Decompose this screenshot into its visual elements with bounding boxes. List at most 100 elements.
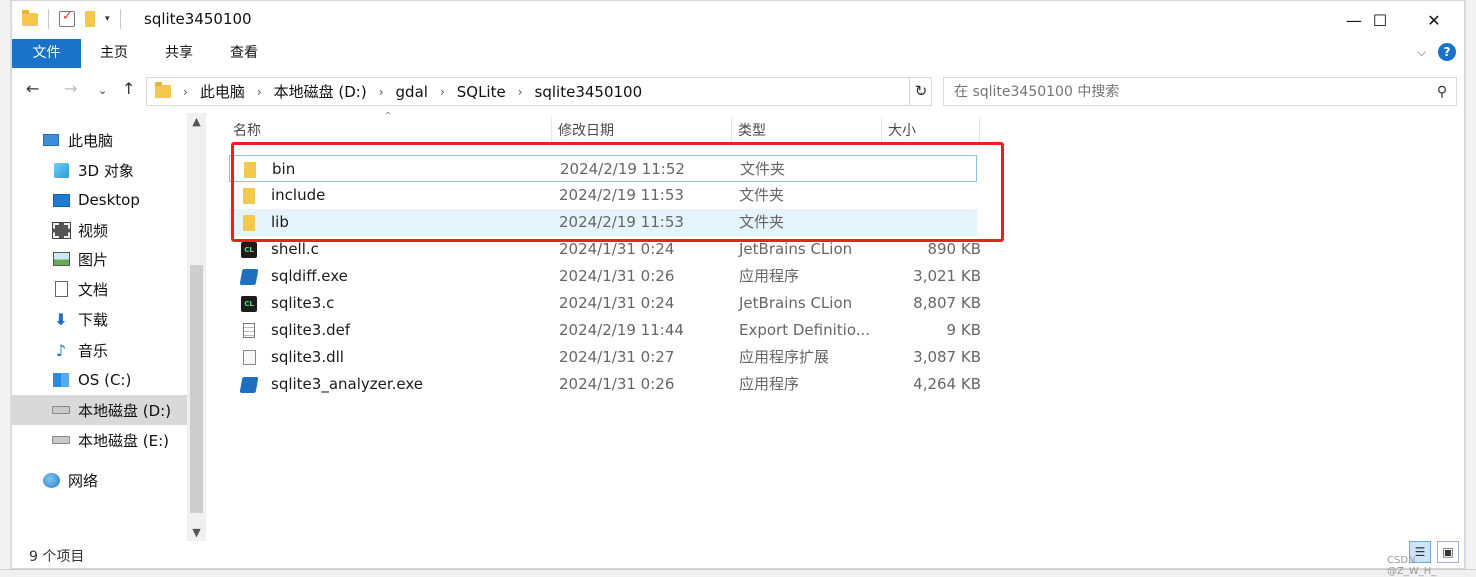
file-row-sqlite3-dll[interactable]: sqlite3.dll 2024/1/31 0:27 应用程序扩展 3,087 … xyxy=(229,344,981,371)
nav-item-videos[interactable]: 视频 xyxy=(51,215,108,245)
new-folder-icon[interactable] xyxy=(85,11,95,27)
file-row-sqlite3-def[interactable]: sqlite3.def 2024/2/19 11:44 Export Defin… xyxy=(229,317,981,344)
column-header-name[interactable]: 名称 xyxy=(227,117,552,145)
file-type: 应用程序扩展 xyxy=(739,348,830,366)
search-icon[interactable]: ⚲ xyxy=(1428,84,1456,100)
breadcrumb-item[interactable]: gdal xyxy=(396,83,428,101)
file-type: 文件夹 xyxy=(739,186,785,204)
chevron-right-icon[interactable]: › xyxy=(518,85,523,99)
file-size: 4,264 KB xyxy=(913,375,981,393)
back-button[interactable]: ← xyxy=(26,79,39,98)
file-name: sqlite3_analyzer.exe xyxy=(271,375,424,393)
chevron-right-icon[interactable]: › xyxy=(379,85,384,99)
video-icon xyxy=(51,221,71,239)
search-input[interactable] xyxy=(944,83,1428,100)
maximize-button[interactable]: ☐ xyxy=(1349,1,1411,39)
column-header-type[interactable]: 类型 xyxy=(732,117,882,145)
file-name: shell.c xyxy=(271,240,319,258)
navigation-pane: 此电脑 3D 对象 Desktop 视频 图片 文档 ⬇ 下载 ♪ 音乐 OS … xyxy=(12,113,206,543)
nav-item-label: 本地磁盘 (D:) xyxy=(78,401,172,420)
nav-item-music[interactable]: ♪ 音乐 xyxy=(52,335,108,365)
drive-icon xyxy=(52,406,70,414)
ribbon-controls: ⌵ ? xyxy=(1417,43,1456,61)
file-name: bin xyxy=(272,160,296,178)
column-header-date[interactable]: 修改日期 xyxy=(552,117,732,145)
file-size: 3,021 KB xyxy=(913,267,981,285)
scroll-up-icon[interactable]: ▲ xyxy=(187,115,206,128)
nav-item-label: 文档 xyxy=(78,280,109,299)
file-date: 2024/1/31 0:24 xyxy=(559,294,675,312)
exe-icon xyxy=(239,376,259,393)
properties-icon[interactable] xyxy=(59,9,75,27)
forward-button[interactable]: → xyxy=(64,79,77,98)
chevron-right-icon[interactable]: › xyxy=(183,85,188,99)
nav-item-local-disk-d[interactable]: 本地磁盘 (D:) xyxy=(12,395,187,425)
tab-share[interactable]: 共享 xyxy=(157,39,201,68)
clion-file-icon: CL xyxy=(241,295,257,312)
refresh-button[interactable]: ↻ xyxy=(909,77,932,106)
dll-file-icon xyxy=(243,350,256,365)
recent-locations-dropdown-icon[interactable]: ⌄ xyxy=(98,84,107,97)
window-title: sqlite3450100 xyxy=(144,10,252,28)
file-row-include[interactable]: include 2024/2/19 11:53 文件夹 xyxy=(229,182,977,209)
file-size: 8,807 KB xyxy=(913,294,981,312)
file-type: Export Definitio... xyxy=(739,321,871,339)
file-date: 2024/2/19 11:53 xyxy=(559,213,684,231)
column-header-size[interactable]: 大小 xyxy=(882,117,980,145)
file-row-lib[interactable]: lib 2024/2/19 11:53 文件夹 xyxy=(229,209,977,236)
expand-ribbon-icon[interactable]: ⌵ xyxy=(1417,45,1426,60)
nav-item-os-c[interactable]: OS (C:) xyxy=(52,365,131,395)
quick-access-toolbar: ▾ xyxy=(22,9,121,29)
file-row-sqlite3-analyzer-exe[interactable]: sqlite3_analyzer.exe 2024/1/31 0:26 应用程序… xyxy=(229,371,981,398)
file-type: 应用程序 xyxy=(739,375,800,393)
file-row-sqlite3-c[interactable]: CL sqlite3.c 2024/1/31 0:24 JetBrains CLi… xyxy=(229,290,981,317)
scrollbar-thumb[interactable] xyxy=(190,265,203,513)
chevron-right-icon[interactable]: › xyxy=(440,85,445,99)
file-name: sqlite3.def xyxy=(271,321,351,339)
tab-file[interactable]: 文件 xyxy=(12,39,81,68)
navigation-pane-scrollbar[interactable]: ▲ ▼ xyxy=(187,113,206,541)
status-item-count: 9 个项目 xyxy=(29,549,85,565)
close-icon: ✕ xyxy=(1427,10,1441,30)
file-name: sqlite3.c xyxy=(271,294,335,312)
nav-item-3d-objects[interactable]: 3D 对象 xyxy=(52,155,134,185)
divider xyxy=(48,9,49,29)
breadcrumb-item[interactable]: SQLite xyxy=(457,83,506,101)
file-row-bin[interactable]: bin 2024/2/19 11:52 文件夹 xyxy=(229,155,977,182)
breadcrumb-item[interactable]: sqlite3450100 xyxy=(535,83,643,101)
file-size xyxy=(889,209,981,236)
file-row-sqldiff-exe[interactable]: sqldiff.exe 2024/1/31 0:26 应用程序 3,021 KB xyxy=(229,263,981,290)
nav-item-documents[interactable]: 文档 xyxy=(52,274,108,304)
nav-item-network[interactable]: 网络 xyxy=(42,465,98,495)
network-icon xyxy=(42,472,60,488)
close-button[interactable]: ✕ xyxy=(1404,1,1464,39)
nav-item-pictures[interactable]: 图片 xyxy=(52,244,108,274)
file-name: sqlite3.dll xyxy=(271,348,344,366)
up-button[interactable]: ↑ xyxy=(122,79,135,98)
breadcrumb-item[interactable]: 本地磁盘 (D:) xyxy=(274,81,367,102)
nav-item-label: 图片 xyxy=(78,250,109,269)
customize-toolbar-dropdown-icon[interactable]: ▾ xyxy=(105,14,110,24)
scroll-down-icon[interactable]: ▼ xyxy=(187,526,206,539)
breadcrumb-item[interactable]: 此电脑 xyxy=(200,81,245,102)
tab-home[interactable]: 主页 xyxy=(92,39,136,68)
folder-icon xyxy=(155,82,171,98)
file-row-shell-c[interactable]: CL shell.c 2024/1/31 0:24 JetBrains CLion… xyxy=(229,236,981,263)
chevron-right-icon[interactable]: › xyxy=(257,85,262,99)
help-icon[interactable]: ? xyxy=(1438,43,1456,61)
folder-icon xyxy=(243,187,255,204)
nav-item-desktop[interactable]: Desktop xyxy=(52,185,140,215)
nav-item-label: 下载 xyxy=(78,310,109,329)
background-window-right xyxy=(1465,0,1476,577)
def-file-icon xyxy=(243,323,255,338)
address-bar[interactable]: › 此电脑 › 本地磁盘 (D:) › gdal › SQLite › sqli… xyxy=(146,77,932,106)
search-box[interactable]: ⚲ xyxy=(943,77,1457,106)
nav-item-local-disk-e[interactable]: 本地磁盘 (E:) xyxy=(52,425,169,455)
tab-view[interactable]: 查看 xyxy=(222,39,266,68)
nav-item-label: Desktop xyxy=(78,191,140,209)
file-date: 2024/1/31 0:26 xyxy=(559,267,675,285)
background-window-left xyxy=(0,0,11,577)
nav-item-this-pc[interactable]: 此电脑 xyxy=(42,125,113,155)
nav-item-downloads[interactable]: ⬇ 下载 xyxy=(52,304,108,334)
file-size: 3,087 KB xyxy=(913,348,981,366)
